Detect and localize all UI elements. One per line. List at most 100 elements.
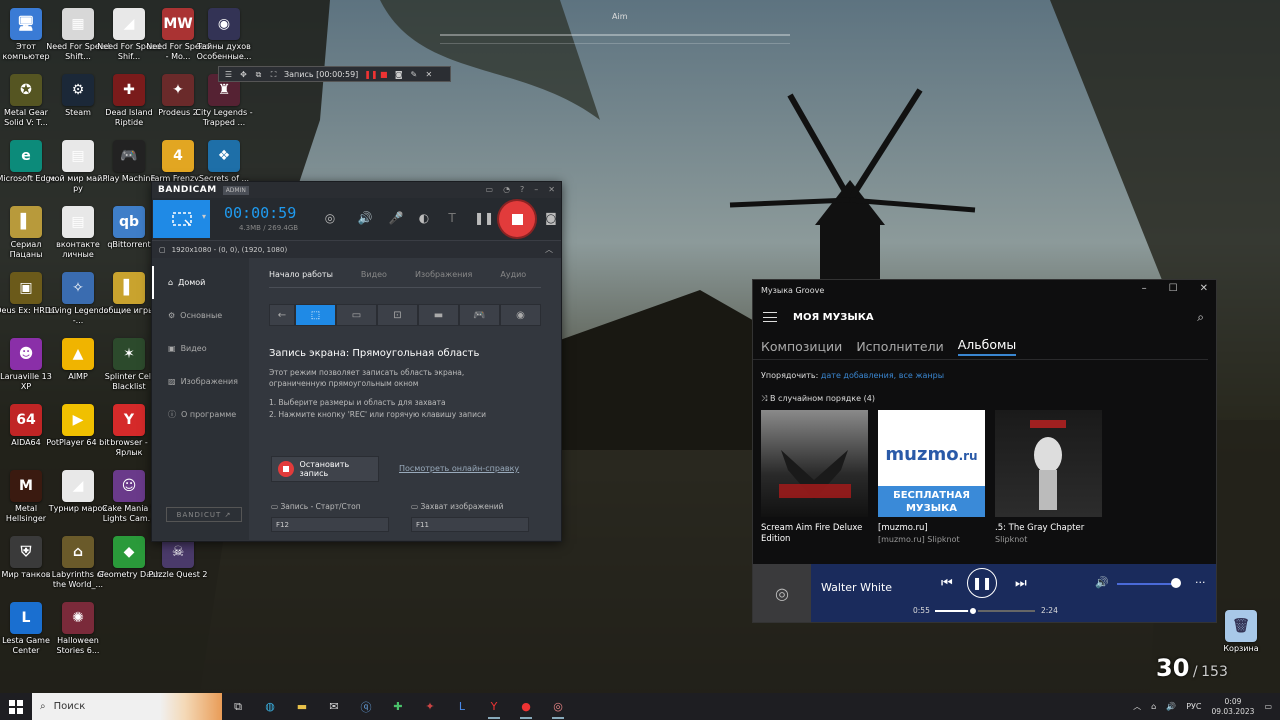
start-button[interactable] [0,693,32,720]
bandicut-button[interactable]: BANDICUT ↗ [166,507,242,522]
sidebar-item-home[interactable]: ⌂ Домой [152,266,249,299]
sidebar-item-images[interactable]: ▨ Изображения [152,365,249,398]
stop-recording-button[interactable]: Остановить запись [271,456,379,482]
seek-bar[interactable] [935,606,1035,616]
desktop-icon[interactable]: ◉ Тайны духов Особенные... [192,8,256,74]
game-icon[interactable]: ✦ [414,693,446,720]
clock[interactable]: 0:09 09.03.2023 [1211,697,1254,717]
move-icon[interactable]: ✥ [239,70,248,79]
speaker-icon[interactable]: 🔊 [357,210,373,226]
mode-game[interactable]: 🎮 [459,304,500,326]
tab-getting-started[interactable]: Начало работы [269,270,333,279]
collapse-icon[interactable]: ︿ [545,244,553,255]
album-tile[interactable]: .5: The Gray Chapter Slipknot [995,410,1102,546]
tab-audio[interactable]: Аудио [500,270,526,279]
file-explorer-icon[interactable]: ▬ [286,693,318,720]
previous-track-icon[interactable]: ⏮ [941,576,953,591]
maximize-icon[interactable]: ☐ [1169,283,1178,294]
groove-titlebar[interactable]: Музыка Groove – ☐ ✕ [753,280,1216,300]
ammo-current: 30 [1156,654,1190,682]
mail-icon[interactable]: ✉ [318,693,350,720]
text-overlay-icon[interactable]: T [444,210,460,226]
mode-fullscreen[interactable]: ▭ [336,304,377,326]
qbittorrent-icon[interactable]: ⓠ [350,693,382,720]
app-icon: ▦ [62,8,94,40]
folder-icon[interactable]: ▭ [486,185,494,194]
notification-icon[interactable]: ▭ [1264,702,1272,711]
taskbar-search[interactable]: ⌕ Поиск [32,693,222,720]
groove-taskbar-icon[interactable]: ◎ [542,693,574,720]
sidebar-item-about[interactable]: ⓘ О программе [152,398,249,431]
back-button[interactable]: ← [269,304,295,326]
cursor-effect-icon[interactable]: ◐ [416,210,432,226]
album-tile[interactable]: Scream Aim Fire Deluxe Edition [761,410,868,546]
tab-images[interactable]: Изображения [415,270,472,279]
online-help-link[interactable]: Посмотреть онлайн-справку [399,464,519,473]
tab-albums[interactable]: Альбомы [957,337,1017,356]
more-options-icon[interactable]: ··· [1195,576,1206,589]
resize-icon[interactable]: ⛶ [269,70,278,79]
tab-video[interactable]: Видео [361,270,387,279]
camera-icon[interactable]: ◙ [394,70,403,79]
stop-icon[interactable]: ■ [379,70,388,79]
search-icon[interactable]: ⌕ [1197,310,1204,325]
bandicam-taskbar-icon[interactable]: ● [510,693,542,720]
screenshot-icon[interactable]: ◙ [543,210,559,226]
mediaget-icon[interactable]: ✚ [382,693,414,720]
language-indicator[interactable]: РУС [1186,702,1201,711]
pause-button[interactable]: ❚❚ [967,568,997,598]
volume-icon[interactable]: 🔊 [1166,702,1176,711]
close-icon[interactable]: ✕ [424,70,433,79]
hotkey-capture-field[interactable]: F11 [411,517,529,532]
next-track-icon[interactable]: ⏭ [1015,576,1027,591]
now-playing-art[interactable]: ◎ [753,564,811,622]
desktop-icon[interactable]: ♜ City Legends - Trapped ... [192,74,256,140]
now-playing-title[interactable]: Walter White [821,581,892,594]
desktop-icon[interactable]: ☠ Puzzle Quest 2 [146,536,210,602]
minimize-icon[interactable]: – [534,185,538,194]
bandicam-titlebar[interactable]: BANDICAM ADMIN ▭ ◔ ? – ✕ [152,182,561,198]
capture-area-bar[interactable]: ▢ 1920x1080 - (0, 0), (1920, 1080) ︿ [152,240,561,258]
shuffle-all-button[interactable]: ⤨ В случайном порядке (4) [753,394,1216,404]
stop-record-button[interactable] [499,201,535,237]
tab-artists[interactable]: Исполнители [856,339,943,354]
sidebar-item-general[interactable]: ⚙ Основные [152,299,249,332]
seek-knob[interactable] [968,606,978,616]
sort-dropdown[interactable]: дате добавления, все жанры [821,371,944,380]
mode-rectangle[interactable]: ⬚ [295,304,336,326]
pause-icon[interactable]: ❚❚ [474,210,494,226]
close-icon[interactable]: ✕ [548,185,555,194]
volume-icon[interactable]: 🔊 [1095,576,1109,589]
help-icon[interactable]: ? [520,185,524,194]
mode-dropdown-icon[interactable]: ▾ [202,212,206,221]
recycle-bin[interactable]: 🗑 Корзина [1209,610,1273,676]
microphone-icon[interactable]: 🎤 [388,210,404,226]
close-icon[interactable]: ✕ [1200,283,1208,294]
webcam-icon[interactable]: ◎ [322,210,338,226]
album-tile[interactable]: muzmo.ru БЕСПЛАТНАЯ МУЗЫКА [muzmo.ru] [m… [878,410,985,546]
lesta-icon[interactable]: L [446,693,478,720]
menu-icon[interactable]: ☰ [224,70,233,79]
minimize-icon[interactable]: – [1142,283,1147,294]
desktop-icon[interactable]: ✺ Halloween Stories 6... [46,602,110,668]
volume-knob[interactable] [1171,578,1181,588]
hamburger-menu-icon[interactable] [763,312,777,322]
edge-icon[interactable]: ◍ [254,693,286,720]
pen-icon[interactable]: ✎ [409,70,418,79]
network-icon[interactable]: ⌂ [1151,702,1156,711]
tab-songs[interactable]: Композиции [761,339,842,354]
mode-audio[interactable]: ◉ [500,304,541,326]
app-icon: ✧ [62,272,94,304]
sidebar-item-video[interactable]: ▣ Видео [152,332,249,365]
mode-around-mouse[interactable]: ⊡ [377,304,418,326]
lock-icon[interactable]: ◔ [503,185,510,194]
task-view-icon[interactable]: ⧉ [222,693,254,720]
tray-expand-icon[interactable]: ︿ [1133,701,1141,712]
region-icon[interactable]: ⧉ [254,70,263,79]
recording-toolbar[interactable]: ☰ ✥ ⧉ ⛶ Запись [00:00:59] ❚❚ ■ ◙ ✎ ✕ [218,66,451,82]
mode-device[interactable]: ▬ [418,304,459,326]
pause-icon[interactable]: ❚❚ [364,70,377,79]
volume-slider[interactable] [1117,583,1175,585]
hotkey-record-field[interactable]: F12 [271,517,389,532]
yandex-browser-icon[interactable]: Y [478,693,510,720]
